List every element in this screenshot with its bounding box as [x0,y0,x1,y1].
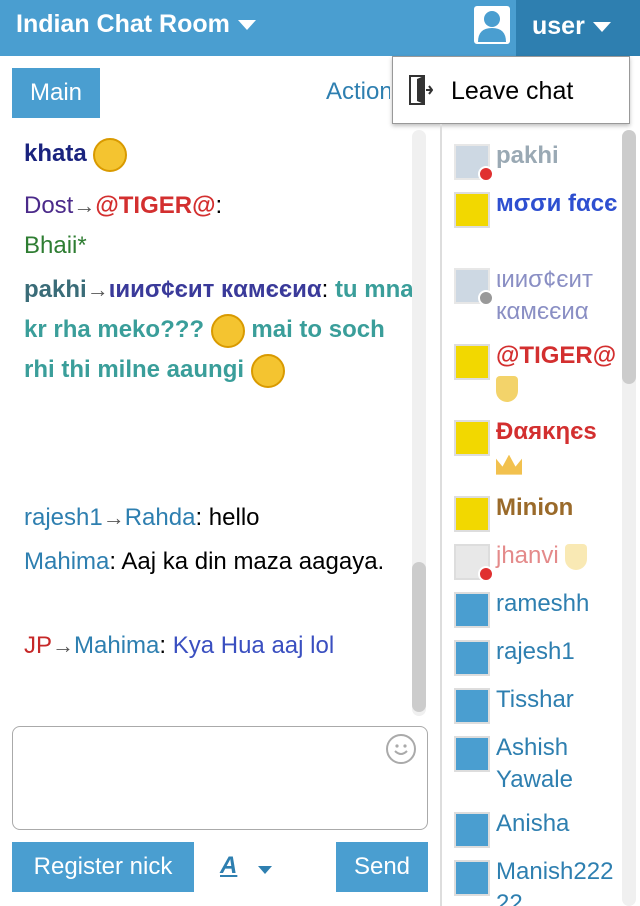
chat-scrollbar[interactable] [412,130,426,716]
user-list-scrollbar-thumb[interactable] [622,130,636,384]
message: JP→Mahima: Kya Hua aaj lol [24,632,335,659]
chat-messages: khata Dost→@TIGER@: Bhaii* pakhi→ιииσ¢єи… [0,124,430,720]
blocked-badge-icon [478,166,494,182]
sad-emoji-icon [210,313,245,348]
user-name-row: @TIGER@ [496,340,622,404]
arrow-right-icon: → [86,277,109,302]
moderator-shield-icon [496,375,518,402]
user-name: Anisha [496,810,570,837]
user-name: jhanvi [496,542,559,569]
user-avatar-icon [454,736,490,772]
message-sender[interactable]: khata [24,140,87,167]
chevron-down-icon[interactable] [258,866,272,874]
user-list: pakhi мσσи fαcє ιииσ¢єит кαмєєиα @TIGER@… [442,130,622,906]
font-style-button[interactable]: A [220,852,237,880]
chat-scrollbar-thumb[interactable] [412,562,426,712]
user-avatar-icon [454,860,490,896]
user-avatar-icon [454,592,490,628]
exit-door-icon [409,75,433,105]
register-nick-button[interactable]: Register nick [12,842,194,892]
user-list-scrollbar[interactable] [622,130,636,906]
idle-clock-icon [478,290,494,306]
user-name: Minion [496,494,574,521]
user-menu-button[interactable]: user [516,0,640,56]
message-recipient[interactable]: @TIGER@ [95,192,215,219]
message-text: Kya Hua aaj lol [172,632,335,659]
message-text: hello [208,504,260,531]
message-input[interactable] [12,726,428,830]
user-name: rameshh [496,590,590,617]
arrow-right-icon: → [52,633,75,658]
send-button[interactable]: Send [336,842,428,892]
user-avatar-icon [454,688,490,724]
user-label: user [532,12,585,40]
message-recipient[interactable]: Rahda [125,504,196,531]
chevron-down-icon [237,20,256,31]
user-name-row: jhanvi [496,540,622,572]
message-recipient[interactable]: Mahima [74,632,159,659]
tab-actions[interactable]: Actions [326,78,390,106]
user-name: мσσи fαcє [496,190,618,217]
user-name: ιииσ¢єит кαмєєиα [496,266,593,325]
leave-chat-label: Leave chat [451,77,574,105]
room-title: Indian Chat Room [16,10,230,38]
blocked-badge-icon [478,566,494,582]
message-sender[interactable]: rajesh1 [24,504,103,531]
message-sender[interactable]: Mahima [24,548,109,575]
message: Dost→@TIGER@: Bhaii* [24,192,223,259]
user-name: Ashish Yawale [496,734,573,793]
worried-emoji-icon [250,353,285,388]
user-dropdown-menu: Leave chat [392,56,630,124]
user-name: pakhi [496,142,559,169]
message-sender[interactable]: JP [24,632,52,659]
user-name-row: Ðαяκηєѕ [496,416,622,480]
message-text: Aaj ka din maza aagaya. [121,548,385,575]
message: khata [24,134,420,174]
moderator-shield-icon [565,543,588,570]
emoji-picker-icon[interactable] [386,734,416,764]
user-name: @TIGER@ [496,342,617,369]
user-avatar-icon [454,192,490,228]
user-avatar-icon [454,496,490,532]
message: Mahima: Aaj ka din maza aagaya. [24,548,385,575]
smile-emoji-icon [93,137,128,172]
user-name: rajesh1 [496,638,575,665]
user-avatar-icon [454,420,490,456]
user-avatar-icon [454,640,490,676]
user-avatar-icon [454,812,490,848]
user-name: Tisshar [496,686,574,713]
arrow-right-icon: → [102,505,125,530]
message-sender[interactable]: Dost [24,192,73,219]
message-recipient[interactable]: ιииσ¢єит кαмєєиα [109,276,322,303]
message-sender[interactable]: pakhi [24,276,87,303]
arrow-right-icon: → [73,193,96,218]
user-avatar-icon[interactable] [474,6,510,44]
room-selector[interactable]: Indian Chat Room [16,10,256,39]
user-name: Manish22222 [496,858,614,906]
chevron-down-icon [592,22,611,33]
top-bar: Indian Chat Room user [0,0,640,56]
message: rajesh1→Rahda: hello [24,504,260,531]
user-name: Ðαяκηєѕ [496,418,597,445]
owner-crown-icon [496,454,522,475]
user-avatar-icon [454,344,490,380]
tab-main[interactable]: Main [12,68,100,118]
message-text: Bhaii* [24,232,87,259]
message: pakhi→ιииσ¢єит кαмєєиα: tu mna kr rha me… [24,270,420,390]
